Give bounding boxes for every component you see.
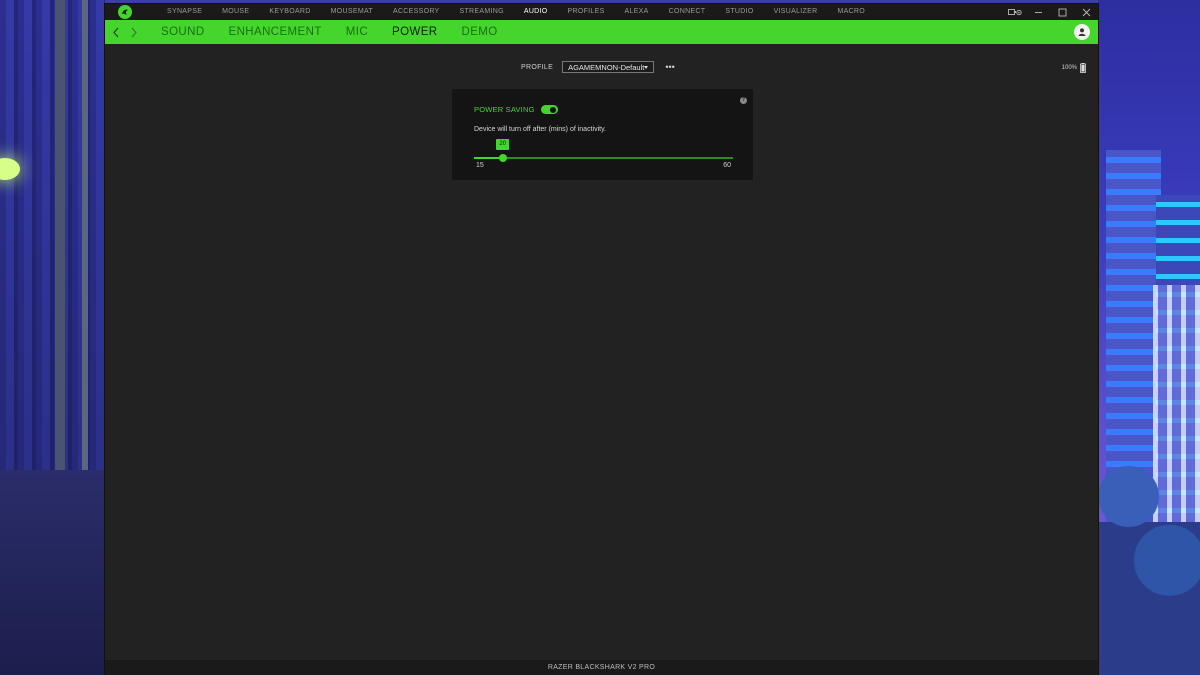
profile-label: PROFILE [521, 63, 554, 71]
razer-logo-icon[interactable] [118, 5, 132, 19]
slider-track[interactable] [474, 157, 733, 159]
topnav-item-synapse[interactable]: SYNAPSE [157, 4, 212, 20]
slider-max-label: 60 [723, 162, 731, 169]
ellipsis-icon: ••• [665, 61, 675, 72]
more-options-icon[interactable]: ••• [664, 61, 676, 73]
topnav-item-profiles[interactable]: PROFILES [558, 4, 615, 20]
tab-power[interactable]: POWER [380, 20, 449, 44]
user-avatar-icon[interactable] [1074, 24, 1090, 40]
back-arrow-icon[interactable] [109, 24, 123, 40]
mini-mode-icon[interactable] [1004, 4, 1026, 20]
tab-mic[interactable]: MIC [334, 20, 380, 44]
slider-min-label: 15 [476, 162, 484, 169]
maximize-icon[interactable] [1050, 4, 1074, 20]
wallpaper-ground [0, 470, 105, 675]
battery-icon [1080, 63, 1086, 73]
wallpaper-lamp [0, 158, 20, 180]
topnav-item-studio[interactable]: STUDIO [715, 4, 763, 20]
profile-dropdown-value: AGAMEMNON-Default [568, 62, 645, 72]
forward-arrow-icon[interactable] [127, 24, 141, 40]
minimize-icon[interactable] [1026, 4, 1050, 20]
topnav-item-macro[interactable]: MACRO [827, 4, 875, 20]
tab-sound[interactable]: SOUND [149, 20, 217, 44]
power-saving-toggle[interactable] [540, 105, 558, 114]
window-controls [1004, 4, 1098, 20]
main-content: PROFILE AGAMEMNON-Default ••• 100% ? POW… [105, 44, 1098, 660]
slider-value-bubble: 20 [496, 139, 510, 150]
slider-value-label: 20 [499, 141, 507, 147]
power-saving-header: POWER SAVING [474, 105, 558, 114]
device-name: RAZER BLACKSHARK V2 PRO [547, 664, 656, 671]
power-saving-label: POWER SAVING [474, 105, 535, 114]
topnav-item-audio[interactable]: AUDIO [514, 4, 558, 20]
top-navigation: SYNAPSE MOUSE KEYBOARD MOUSEMAT ACCESSORY STR… [157, 4, 875, 20]
desktop-wallpaper-right [1098, 0, 1200, 675]
sub-tabs: SOUND ENHANCEMENT MIC POWER DEMO [149, 20, 510, 44]
topnav-item-mouse[interactable]: MOUSE [212, 4, 259, 20]
app-window: SYNAPSE MOUSE KEYBOARD MOUSEMAT ACCESSORY STR… [105, 4, 1098, 675]
topnav-item-alexa[interactable]: ALEXA [615, 4, 659, 20]
profile-selector-row: PROFILE AGAMEMNON-Default ••• [521, 60, 676, 74]
topnav-item-streaming[interactable]: STREAMING [450, 4, 514, 20]
power-saving-panel: ? POWER SAVING Device will turn off afte… [452, 89, 753, 180]
inactivity-slider[interactable]: 20 [474, 139, 733, 163]
power-saving-description: Device will turn off after (mins) of ina… [474, 126, 607, 133]
topnav-item-keyboard[interactable]: KEYBOARD [259, 4, 320, 20]
device-footer: RAZER BLACKSHARK V2 PRO [105, 660, 1098, 675]
wallpaper-trees [1098, 420, 1200, 675]
razer-snake-icon [122, 9, 128, 15]
topnav-item-mousemat[interactable]: MOUSEMAT [321, 4, 383, 20]
desktop-wallpaper-left [0, 0, 105, 675]
battery-status: 100% [1062, 63, 1086, 73]
sub-navigation-bar: SOUND ENHANCEMENT MIC POWER DEMO [105, 20, 1098, 44]
close-icon[interactable] [1074, 4, 1098, 20]
battery-percent: 100% [1061, 65, 1077, 71]
tab-enhancement[interactable]: ENHANCEMENT [217, 20, 334, 44]
topnav-item-accessory[interactable]: ACCESSORY [383, 4, 450, 20]
topnav-item-visualizer[interactable]: VISUALIZER [764, 4, 828, 20]
help-icon[interactable]: ? [740, 97, 747, 104]
profile-dropdown[interactable]: AGAMEMNON-Default [562, 61, 655, 73]
topnav-item-connect[interactable]: CONNECT [659, 4, 716, 20]
chevron-down-icon [644, 65, 649, 69]
tab-demo[interactable]: DEMO [449, 20, 509, 44]
toggle-knob [550, 106, 557, 113]
slider-thumb[interactable] [498, 154, 507, 162]
title-bar: SYNAPSE MOUSE KEYBOARD MOUSEMAT ACCESSORY STR… [105, 4, 1098, 20]
